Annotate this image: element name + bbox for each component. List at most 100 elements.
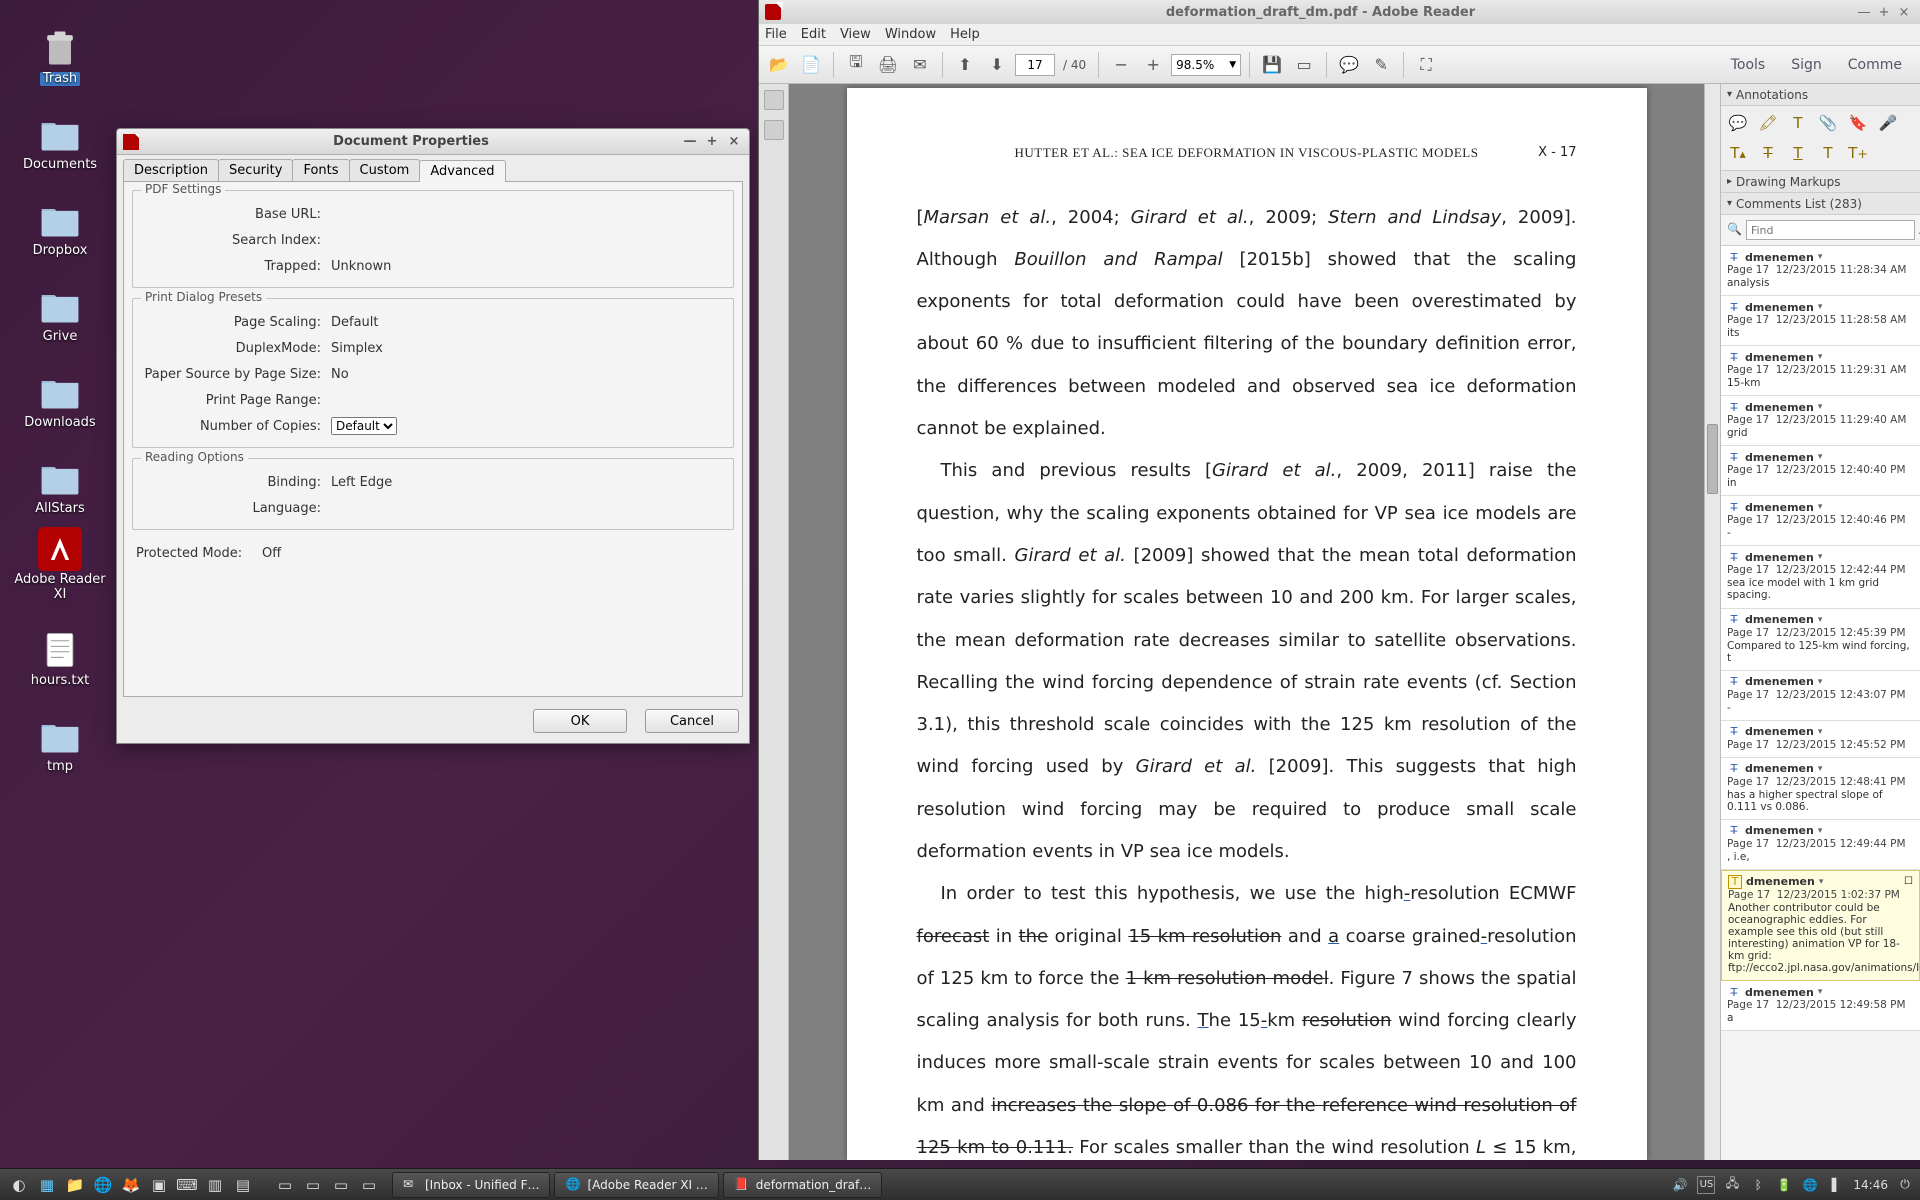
app-icon[interactable]: ▣	[146, 1172, 172, 1198]
workspace-1-icon[interactable]: ▭	[272, 1172, 298, 1198]
taskbar-task[interactable]: 🌐[Adobe Reader XI …	[554, 1172, 718, 1198]
menu-help[interactable]: Help	[950, 27, 980, 42]
text-icon[interactable]: T	[1787, 112, 1809, 134]
desktop-icon-tmp[interactable]: tmp	[8, 696, 112, 774]
replace-text-icon[interactable]: T	[1817, 142, 1839, 164]
dropdown-icon[interactable]: ▾	[1818, 452, 1823, 462]
desktop-icon-adobe-reader-xi[interactable]: Adobe Reader XI	[8, 524, 112, 602]
desktop-icon-trash[interactable]: Trash	[8, 8, 112, 86]
dropdown-icon[interactable]: ▾	[1818, 727, 1823, 737]
dropdown-icon[interactable]: ▾	[1818, 987, 1823, 997]
tab-fonts[interactable]: Fonts	[292, 159, 349, 181]
comment-item[interactable]: T̶dmenemen▾Page 17 12/23/2015 12:48:41 P…	[1721, 758, 1920, 820]
attachments-icon[interactable]	[764, 120, 784, 140]
cancel-button[interactable]: Cancel	[645, 709, 739, 733]
dropdown-icon[interactable]: ▾	[1818, 302, 1823, 312]
panel-tab-comme[interactable]: Comme	[1836, 53, 1914, 77]
dropdown-icon[interactable]: ▾	[1818, 252, 1823, 262]
zoom-out-icon[interactable]: −	[1107, 51, 1135, 79]
close-button[interactable]: ×	[725, 133, 743, 151]
page-down-icon[interactable]: ⬇	[983, 51, 1011, 79]
attach-icon[interactable]: 📎	[1817, 112, 1839, 134]
print-icon[interactable]: 🖨	[874, 51, 902, 79]
comment-item[interactable]: T̶dmenemen▾Page 17 12/23/2015 12:43:07 P…	[1721, 671, 1920, 721]
notification-icon[interactable]: ▌	[1827, 1176, 1845, 1194]
comment-item[interactable]: T̶dmenemen▾Page 17 12/23/2015 12:45:52 P…	[1721, 721, 1920, 758]
open-icon[interactable]: 📂	[765, 51, 793, 79]
page-number-input[interactable]	[1015, 54, 1055, 76]
save-icon[interactable]: 🖫	[842, 51, 870, 79]
stamp-icon[interactable]: 🔖	[1847, 112, 1869, 134]
fullscreen-icon[interactable]: ⛶	[1412, 51, 1440, 79]
dropdown-icon[interactable]: ▾	[1818, 615, 1823, 625]
maximize-button[interactable]: +	[703, 133, 721, 151]
insert-text-icon[interactable]: T▴	[1727, 142, 1749, 164]
menu-file[interactable]: File	[765, 27, 787, 42]
drawing-markups-header[interactable]: Drawing Markups	[1721, 171, 1920, 193]
record-icon[interactable]: 🎤	[1877, 112, 1899, 134]
tab-security[interactable]: Security	[218, 159, 293, 181]
dropdown-icon[interactable]: ▾	[1818, 352, 1823, 362]
save-button-icon[interactable]: 💾	[1258, 51, 1286, 79]
workspace-3-icon[interactable]: ▭	[328, 1172, 354, 1198]
desktop-icon-grive[interactable]: Grive	[8, 266, 112, 344]
dropdown-icon[interactable]: ▾	[1818, 826, 1823, 836]
vertical-scrollbar[interactable]	[1704, 84, 1720, 1160]
menu-edit[interactable]: Edit	[801, 27, 826, 42]
start-menu-icon[interactable]: ◐	[6, 1172, 32, 1198]
minimize-button[interactable]: —	[681, 133, 699, 151]
clock[interactable]: 14:46	[1853, 1178, 1888, 1192]
comment-item[interactable]: T̶dmenemen▾Page 17 12/23/2015 12:40:46 P…	[1721, 496, 1920, 546]
tab-advanced[interactable]: Advanced	[419, 160, 505, 182]
comment-bubble-icon[interactable]: 💬	[1335, 51, 1363, 79]
copies-select[interactable]: Default	[331, 417, 397, 435]
comment-item[interactable]: T̶dmenemen▾Page 17 12/23/2015 12:45:39 P…	[1721, 609, 1920, 671]
scroll-thumb[interactable]	[1707, 424, 1718, 494]
app-launcher-icon[interactable]: ▦	[34, 1172, 60, 1198]
close-button[interactable]: ×	[1894, 5, 1914, 20]
volume-icon[interactable]: 🔊	[1671, 1176, 1689, 1194]
zoom-select[interactable]: 98.5%▼	[1171, 54, 1241, 76]
thumbnails-icon[interactable]	[764, 90, 784, 110]
dropdown-icon[interactable]: ▾	[1818, 502, 1823, 512]
comment-item[interactable]: T̶dmenemen▾Page 17 12/23/2015 11:28:58 A…	[1721, 296, 1920, 346]
underline-icon[interactable]: T	[1787, 142, 1809, 164]
panel-tab-sign[interactable]: Sign	[1779, 53, 1834, 77]
dialog-titlebar[interactable]: Document Properties — + ×	[117, 129, 749, 155]
comment-item[interactable]: T̶dmenemen▾Page 17 12/23/2015 11:29:31 A…	[1721, 346, 1920, 396]
comment-item[interactable]: T̶dmenemen▾Page 17 12/23/2015 12:42:44 P…	[1721, 546, 1920, 608]
files-icon[interactable]: 📁	[62, 1172, 88, 1198]
desktop-icon-downloads[interactable]: Downloads	[8, 352, 112, 430]
workspace-4-icon[interactable]: ▭	[356, 1172, 382, 1198]
ok-button[interactable]: OK	[533, 709, 627, 733]
terminal-icon[interactable]: ⌨	[174, 1172, 200, 1198]
comment-item[interactable]: T̶dmenemen▾Page 17 12/23/2015 11:28:34 A…	[1721, 246, 1920, 296]
document-viewport[interactable]: HUTTER ET AL.: SEA ICE DEFORMATION IN VI…	[789, 84, 1704, 1160]
app-icon[interactable]: ▤	[230, 1172, 256, 1198]
desktop-icon-hours.txt[interactable]: hours.txt	[8, 610, 112, 688]
power-icon[interactable]: ⏻	[1896, 1176, 1914, 1194]
menu-view[interactable]: View	[840, 27, 871, 42]
menu-window[interactable]: Window	[885, 27, 936, 42]
desktop-icon-dropbox[interactable]: Dropbox	[8, 180, 112, 258]
export-pdf-icon[interactable]: 📄	[797, 51, 825, 79]
checkbox[interactable]: ☐	[1904, 876, 1913, 887]
highlight-icon[interactable]: 🖍	[1757, 112, 1779, 134]
chrome-tray-icon[interactable]: 🌐	[1801, 1176, 1819, 1194]
page-up-icon[interactable]: ⬆	[951, 51, 979, 79]
dropdown-icon[interactable]: ▾	[1818, 402, 1823, 412]
dropdown-icon[interactable]: ▾	[1819, 877, 1824, 887]
tool-icon[interactable]: ▭	[1290, 51, 1318, 79]
workspace-2-icon[interactable]: ▭	[300, 1172, 326, 1198]
comment-item[interactable]: T̶dmenemen▾Page 17 12/23/2015 12:40:40 P…	[1721, 446, 1920, 496]
email-icon[interactable]: ✉	[906, 51, 934, 79]
reader-titlebar[interactable]: deformation_draft_dm.pdf - Adobe Reader …	[759, 0, 1920, 24]
comment-item[interactable]: T̶dmenemen▾Page 17 12/23/2015 12:49:44 P…	[1721, 820, 1920, 870]
desktop-icon-documents[interactable]: Documents	[8, 94, 112, 172]
keyboard-layout[interactable]: US	[1697, 1176, 1715, 1194]
app-icon[interactable]: ▥	[202, 1172, 228, 1198]
strikethrough-icon[interactable]: T	[1757, 142, 1779, 164]
desktop-icon-allstars[interactable]: AllStars	[8, 438, 112, 516]
dropdown-icon[interactable]: ▾	[1818, 764, 1823, 774]
taskbar-task[interactable]: 📕deformation_draf…	[723, 1172, 882, 1198]
